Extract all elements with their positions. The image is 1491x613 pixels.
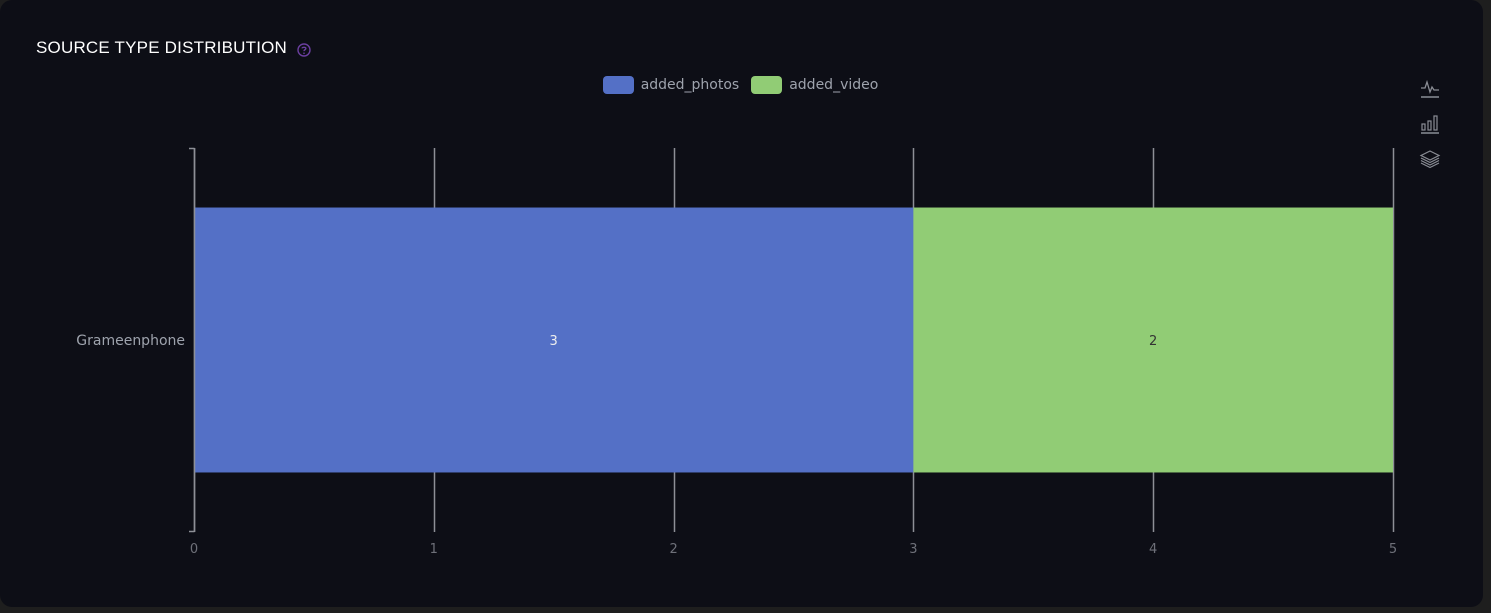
x-tick-label: 2 — [669, 542, 677, 557]
bar-segment-added-photos — [194, 207, 914, 473]
chart-toolbox — [1419, 78, 1441, 170]
legend-swatch-photos — [602, 76, 634, 94]
legend-label: added_video — [789, 77, 879, 93]
bar-chart-icon[interactable] — [1419, 113, 1441, 135]
legend-swatch-video — [751, 76, 783, 94]
y-category-label: Grameenphone — [76, 333, 185, 349]
x-tick-label: 5 — [1389, 542, 1397, 557]
chart-panel: SOURCE TYPE DISTRIBUTION added_photos ad… — [0, 0, 1483, 607]
stack-icon[interactable] — [1419, 148, 1441, 170]
line-chart-icon[interactable] — [1419, 78, 1441, 100]
chart-legend: added_photos added_video — [0, 76, 1483, 94]
panel-title: SOURCE TYPE DISTRIBUTION — [36, 38, 288, 57]
x-tick-label: 3 — [909, 542, 917, 557]
bar-data-label: 2 — [1149, 334, 1157, 349]
x-tick-label: 1 — [430, 542, 438, 557]
bar-segment-added-video — [913, 207, 1393, 473]
legend-item-added-video[interactable]: added_video — [751, 76, 878, 94]
bar-data-label: 3 — [550, 334, 558, 349]
legend-item-added-photos[interactable]: added_photos — [602, 76, 740, 94]
legend-label: added_photos — [640, 77, 740, 93]
x-tick-label: 0 — [190, 542, 198, 557]
panel-header: SOURCE TYPE DISTRIBUTION — [36, 38, 311, 58]
x-tick-label: 4 — [1149, 542, 1157, 557]
question-circle-icon[interactable] — [297, 42, 311, 57]
